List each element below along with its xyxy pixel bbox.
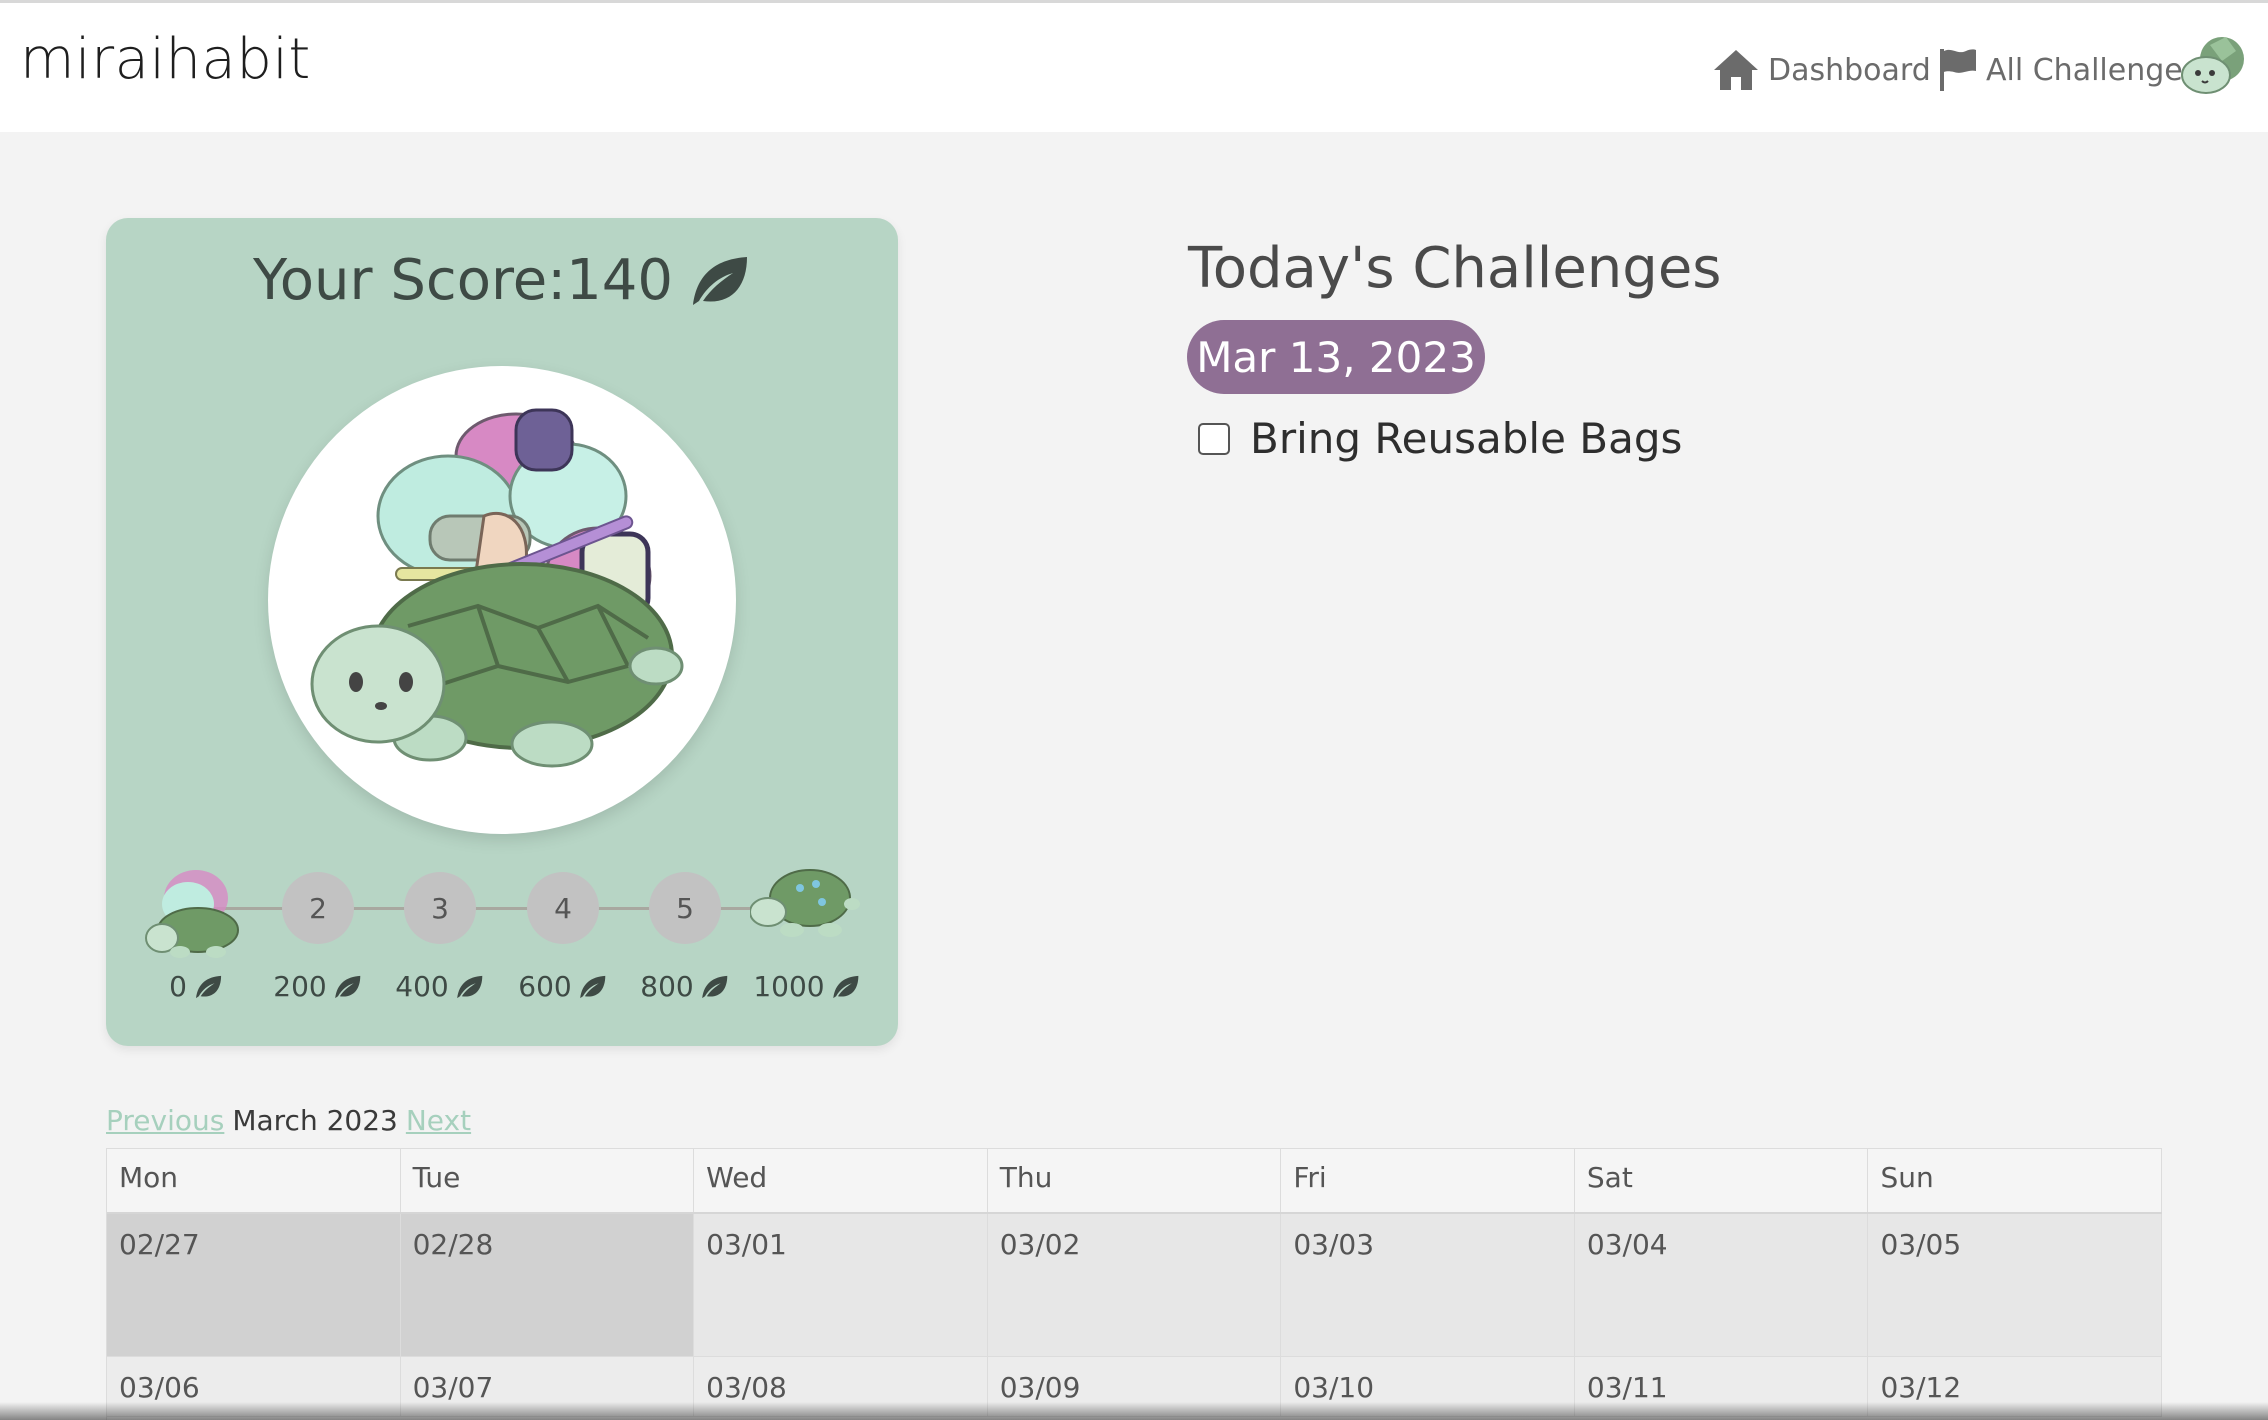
calendar-day-cell[interactable]: 03/07 — [401, 1357, 695, 1416]
calendar-next-link[interactable]: Next — [406, 1104, 471, 1137]
calendar-day-cell[interactable]: 03/08 — [694, 1357, 988, 1416]
calendar-day-cell[interactable]: 03/04 — [1575, 1214, 1869, 1356]
calendar-day-cell[interactable]: 03/11 — [1575, 1357, 1869, 1416]
calendar-day-cell[interactable]: 02/28 — [400, 1214, 695, 1356]
calendar-day-cell[interactable]: 03/05 — [1868, 1214, 2163, 1356]
challenge-checkbox[interactable] — [1198, 422, 1230, 455]
turtle-avatar-icon[interactable] — [2176, 31, 2248, 103]
calendar-week-row: 02/27 02/28 03/01 03/02 03/03 03/04 03/0… — [107, 1214, 2163, 1357]
leaf-icon — [195, 975, 221, 998]
calendar-day-cell[interactable]: 03/01 — [694, 1214, 988, 1356]
milestone-600: 600 — [518, 970, 607, 1003]
top-navbar: miraihabit Dashboard All Challenges — [0, 0, 2268, 132]
weekday-header: Mon — [107, 1149, 401, 1212]
calendar-header-row: Mon Tue Wed Thu Fri Sat Sun — [107, 1148, 2163, 1214]
weekday-header: Sun — [1868, 1149, 2163, 1212]
current-date-badge: Mar 13, 2023 — [1187, 320, 1485, 394]
score-label: Your Score: — [253, 248, 567, 313]
weekday-header: Thu — [988, 1149, 1282, 1212]
nav-dashboard-link[interactable]: Dashboard — [1712, 43, 1931, 97]
leaf-icon — [457, 975, 483, 998]
home-icon — [1714, 50, 1758, 90]
nav-all-challenges-label: All Challenges — [1986, 52, 2199, 88]
turtle-illustration — [268, 366, 736, 834]
calendar-navigation: Previous March 2023 Next — [106, 1104, 471, 1137]
leaf-icon — [580, 975, 606, 998]
level-1-turtle-icon — [145, 870, 239, 958]
milestone-value: 200 — [273, 970, 327, 1003]
milestone-value: 600 — [518, 970, 572, 1003]
level-4-marker: 4 — [527, 872, 599, 944]
calendar-day-cell[interactable]: 03/12 — [1868, 1357, 2163, 1416]
todays-challenges-heading: Today's Challenges — [1188, 236, 1722, 301]
milestone-200: 200 — [273, 970, 362, 1003]
flag-icon — [1940, 49, 1976, 91]
calendar-day-cell[interactable]: 03/03 — [1281, 1214, 1575, 1356]
weekday-header: Tue — [401, 1149, 695, 1212]
milestone-value: 400 — [395, 970, 449, 1003]
calendar-day-cell[interactable]: 03/06 — [107, 1357, 401, 1416]
score-card: Your Score:140 2 3 4 5 0 200 400 600 800… — [106, 218, 898, 1046]
weekday-header: Sat — [1575, 1149, 1869, 1212]
leaf-icon — [692, 256, 747, 305]
calendar-previous-link[interactable]: Previous — [106, 1104, 224, 1137]
calendar-day-cell[interactable]: 03/10 — [1281, 1357, 1575, 1416]
calendar-day-cell[interactable]: 02/27 — [107, 1214, 401, 1356]
calendar-day-cell[interactable]: 03/02 — [988, 1214, 1282, 1356]
calendar-week-row: 03/06 03/07 03/08 03/09 03/10 03/11 03/1… — [107, 1357, 2163, 1417]
milestone-value: 0 — [169, 970, 187, 1003]
milestone-0: 0 — [169, 970, 223, 1003]
level-2-marker: 2 — [282, 872, 354, 944]
challenge-item[interactable]: Bring Reusable Bags — [1198, 414, 1682, 463]
calendar-day-cell[interactable]: 03/09 — [988, 1357, 1282, 1416]
brand-logo[interactable]: miraihabit — [20, 27, 311, 92]
level-5-marker: 5 — [649, 872, 721, 944]
calendar-grid: Mon Tue Wed Thu Fri Sat Sun 02/27 02/28 … — [106, 1148, 2163, 1420]
leaf-icon — [702, 975, 728, 998]
leaf-icon — [335, 975, 361, 998]
milestone-value: 800 — [640, 970, 694, 1003]
leaf-icon — [833, 975, 859, 998]
calendar-month-label: March 2023 — [232, 1104, 398, 1137]
challenge-label: Bring Reusable Bags — [1250, 414, 1683, 463]
weekday-header: Wed — [694, 1149, 988, 1212]
score-value: 140 — [566, 248, 673, 313]
nav-all-challenges-link[interactable]: All Challenges — [1938, 43, 2198, 97]
milestone-800: 800 — [640, 970, 729, 1003]
milestone-value: 1000 — [753, 970, 825, 1003]
weekday-header: Fri — [1281, 1149, 1575, 1212]
milestone-400: 400 — [395, 970, 484, 1003]
milestone-1000: 1000 — [753, 970, 860, 1003]
nav-dashboard-label: Dashboard — [1768, 52, 1931, 88]
turtle-trash-image — [310, 408, 684, 768]
level-6-turtle-icon — [750, 869, 860, 937]
level-3-marker: 3 — [404, 872, 476, 944]
score-heading: Your Score:140 — [106, 248, 898, 313]
